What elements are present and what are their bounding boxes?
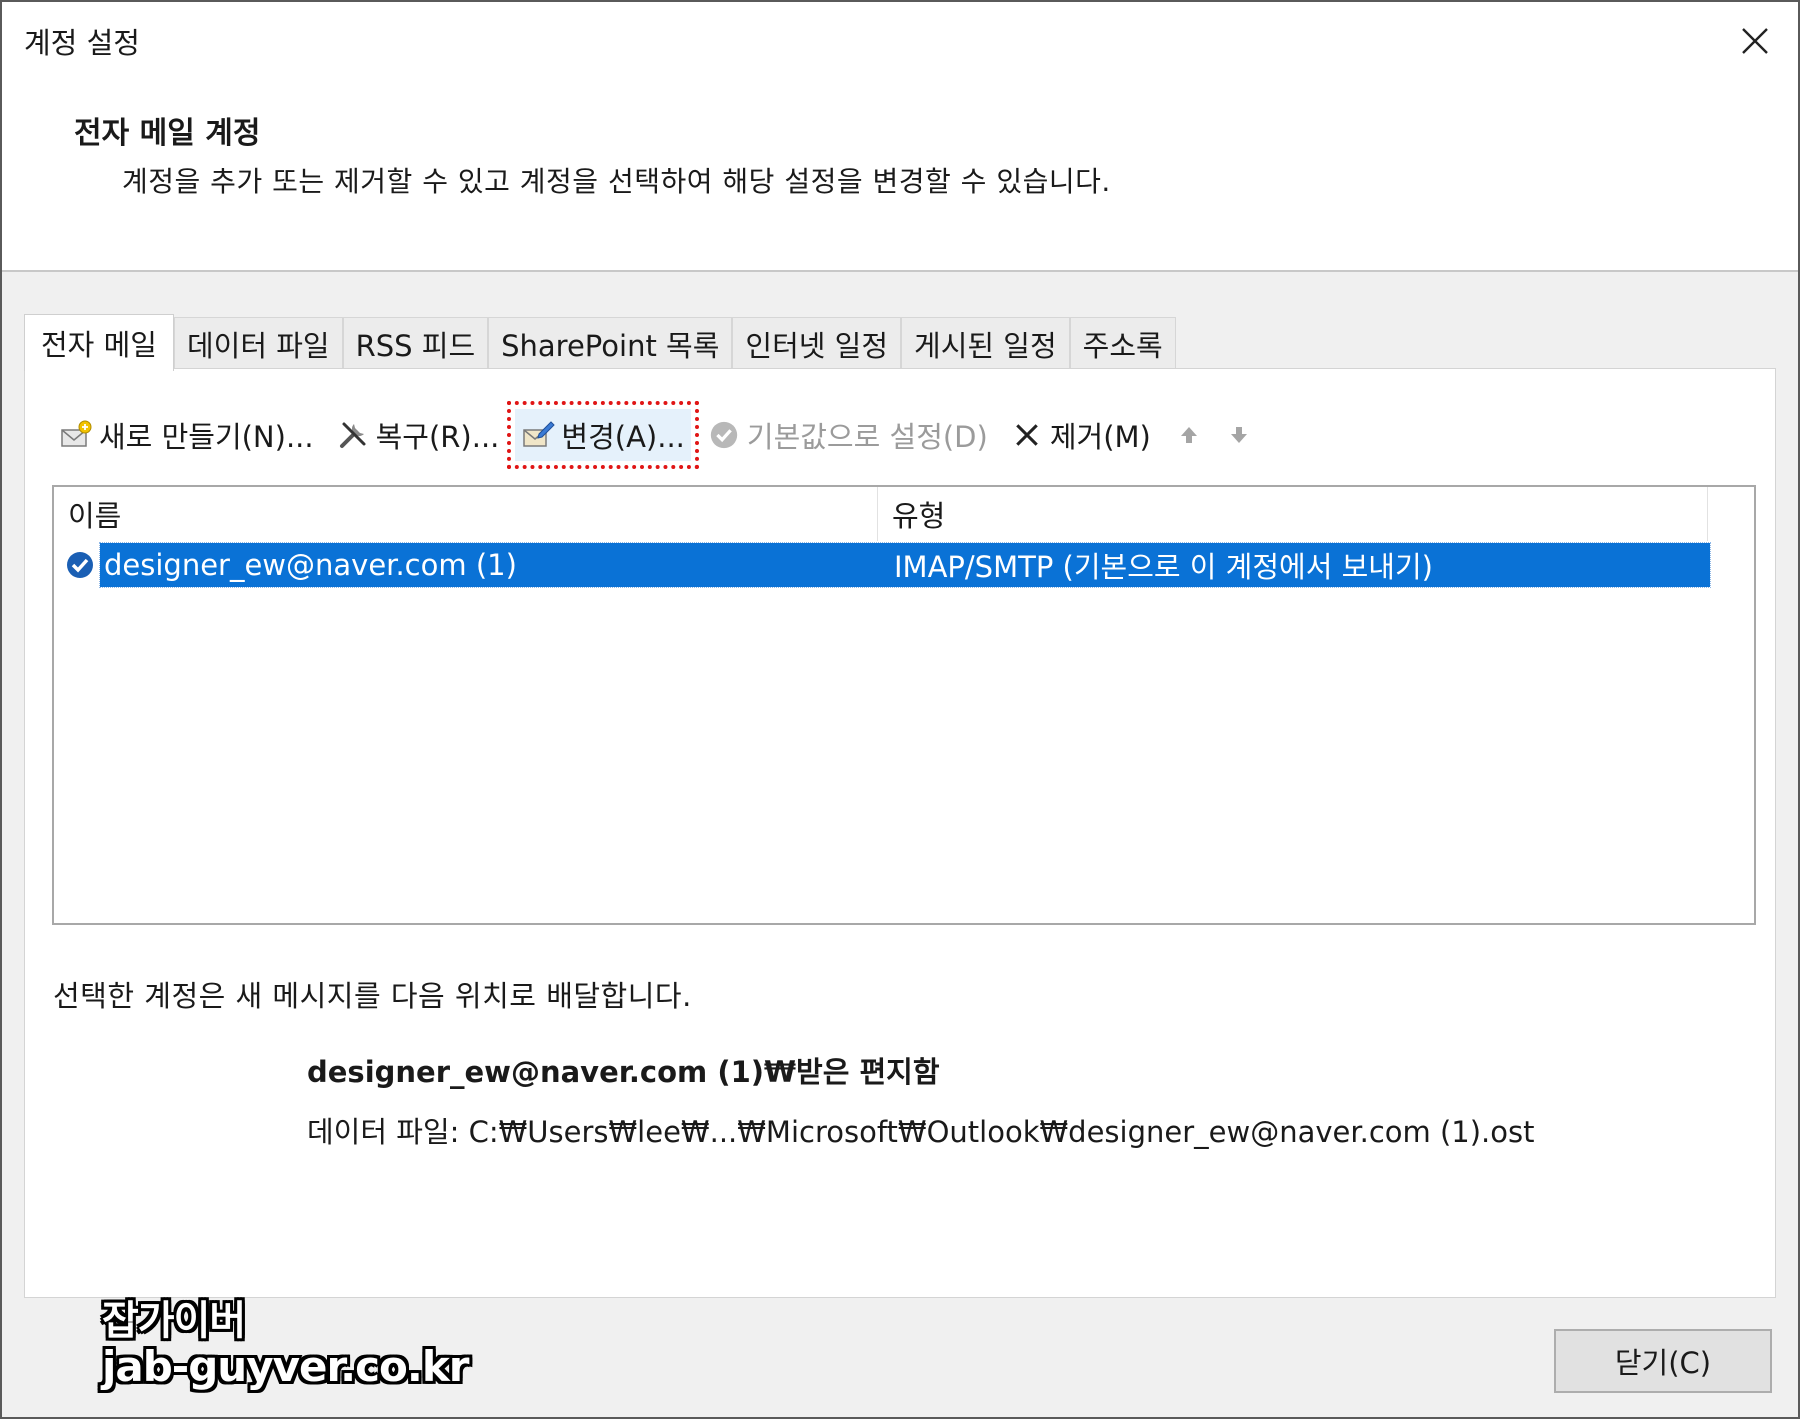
tab-published-calendars[interactable]: 게시된 일정 <box>901 317 1070 370</box>
list-header: 이름 유형 <box>54 487 1710 541</box>
set-default-button[interactable]: 기본값으로 설정(D) <box>701 409 994 461</box>
default-account-check-icon <box>67 552 93 578</box>
account-name-cell: designer_ew@naver.com (1) <box>104 548 517 582</box>
move-up-button[interactable] <box>1167 409 1211 461</box>
account-row[interactable]: designer_ew@naver.com (1) IMAP/SMTP (기본으… <box>64 542 1711 588</box>
delivery-description: 선택한 계정은 새 메시지를 다음 위치로 배달합니다. <box>53 979 692 1013</box>
set-default-label: 기본값으로 설정(D) <box>746 420 988 454</box>
new-account-label: 새로 만들기(N)... <box>99 420 314 454</box>
data-file-path: 데이터 파일: C:₩Users₩lee₩...₩Microsoft₩Outlo… <box>307 1115 1535 1149</box>
change-account-button[interactable]: 변경(A)... <box>507 401 699 469</box>
tab-data-files[interactable]: 데이터 파일 <box>173 317 343 370</box>
move-down-button[interactable] <box>1217 409 1261 461</box>
section-title: 전자 메일 계정 <box>74 116 261 151</box>
tab-content-panel: 새로 만들기(N)... 복구(R)... 변경(A)... 기본값으로 설정(… <box>24 368 1776 1298</box>
new-account-button[interactable]: 새로 만들기(N)... <box>53 409 320 461</box>
tab-rss-feeds[interactable]: RSS 피드 <box>342 317 489 370</box>
window-title: 계정 설정 <box>24 26 140 60</box>
column-header-type[interactable]: 유형 <box>878 487 1708 541</box>
watermark: 잡가이버 jab-guyver.co.kr <box>102 1298 469 1391</box>
close-button[interactable]: 닫기(C) <box>1554 1329 1772 1393</box>
change-account-icon <box>521 418 556 452</box>
repair-button[interactable]: 복구(R)... <box>330 409 506 461</box>
remove-x-icon <box>1010 418 1044 452</box>
header-pane: 계정 설정 전자 메일 계정 계정을 추가 또는 제거할 수 있고 계정을 선택… <box>2 2 1798 272</box>
watermark-line1: 잡가이버 <box>102 1298 246 1344</box>
tab-email[interactable]: 전자 메일 <box>24 314 174 371</box>
repair-label: 복구(R)... <box>375 420 500 454</box>
check-circle-icon <box>707 418 741 452</box>
account-toolbar: 새로 만들기(N)... 복구(R)... 변경(A)... 기본값으로 설정(… <box>53 401 1267 469</box>
change-account-label: 변경(A)... <box>561 420 685 454</box>
delivery-folder-path: designer_ew@naver.com (1)₩받은 편지함 <box>307 1055 940 1089</box>
selected-row-highlight: designer_ew@naver.com (1) IMAP/SMTP (기본으… <box>99 542 1711 588</box>
remove-account-label: 제거(M) <box>1049 420 1151 454</box>
account-type-cell: IMAP/SMTP (기본으로 이 계정에서 보내기) <box>894 550 1433 584</box>
tab-address-books[interactable]: 주소록 <box>1069 317 1176 370</box>
account-settings-dialog: 계정 설정 전자 메일 계정 계정을 추가 또는 제거할 수 있고 계정을 선택… <box>0 0 1800 1419</box>
watermark-line2: jab-guyver.co.kr <box>102 1342 469 1391</box>
arrow-down-icon <box>1230 427 1247 443</box>
tab-sharepoint-lists[interactable]: SharePoint 목록 <box>488 317 733 370</box>
remove-account-button[interactable]: 제거(M) <box>1004 409 1157 461</box>
column-header-name[interactable]: 이름 <box>54 487 878 541</box>
tools-icon <box>336 418 370 452</box>
arrow-up-icon <box>1180 427 1197 443</box>
account-list: 이름 유형 designer_ew@naver.com (1) IMAP/SMT… <box>52 485 1756 925</box>
section-description: 계정을 추가 또는 제거할 수 있고 계정을 선택하여 해당 설정을 변경할 수… <box>122 165 1111 198</box>
new-account-icon <box>59 418 93 452</box>
close-icon <box>1742 28 1768 54</box>
close-window-button[interactable] <box>1724 12 1786 70</box>
tab-bar: 전자 메일 데이터 파일 RSS 피드 SharePoint 목록 인터넷 일정… <box>24 314 1176 371</box>
tab-internet-calendars[interactable]: 인터넷 일정 <box>732 317 902 370</box>
